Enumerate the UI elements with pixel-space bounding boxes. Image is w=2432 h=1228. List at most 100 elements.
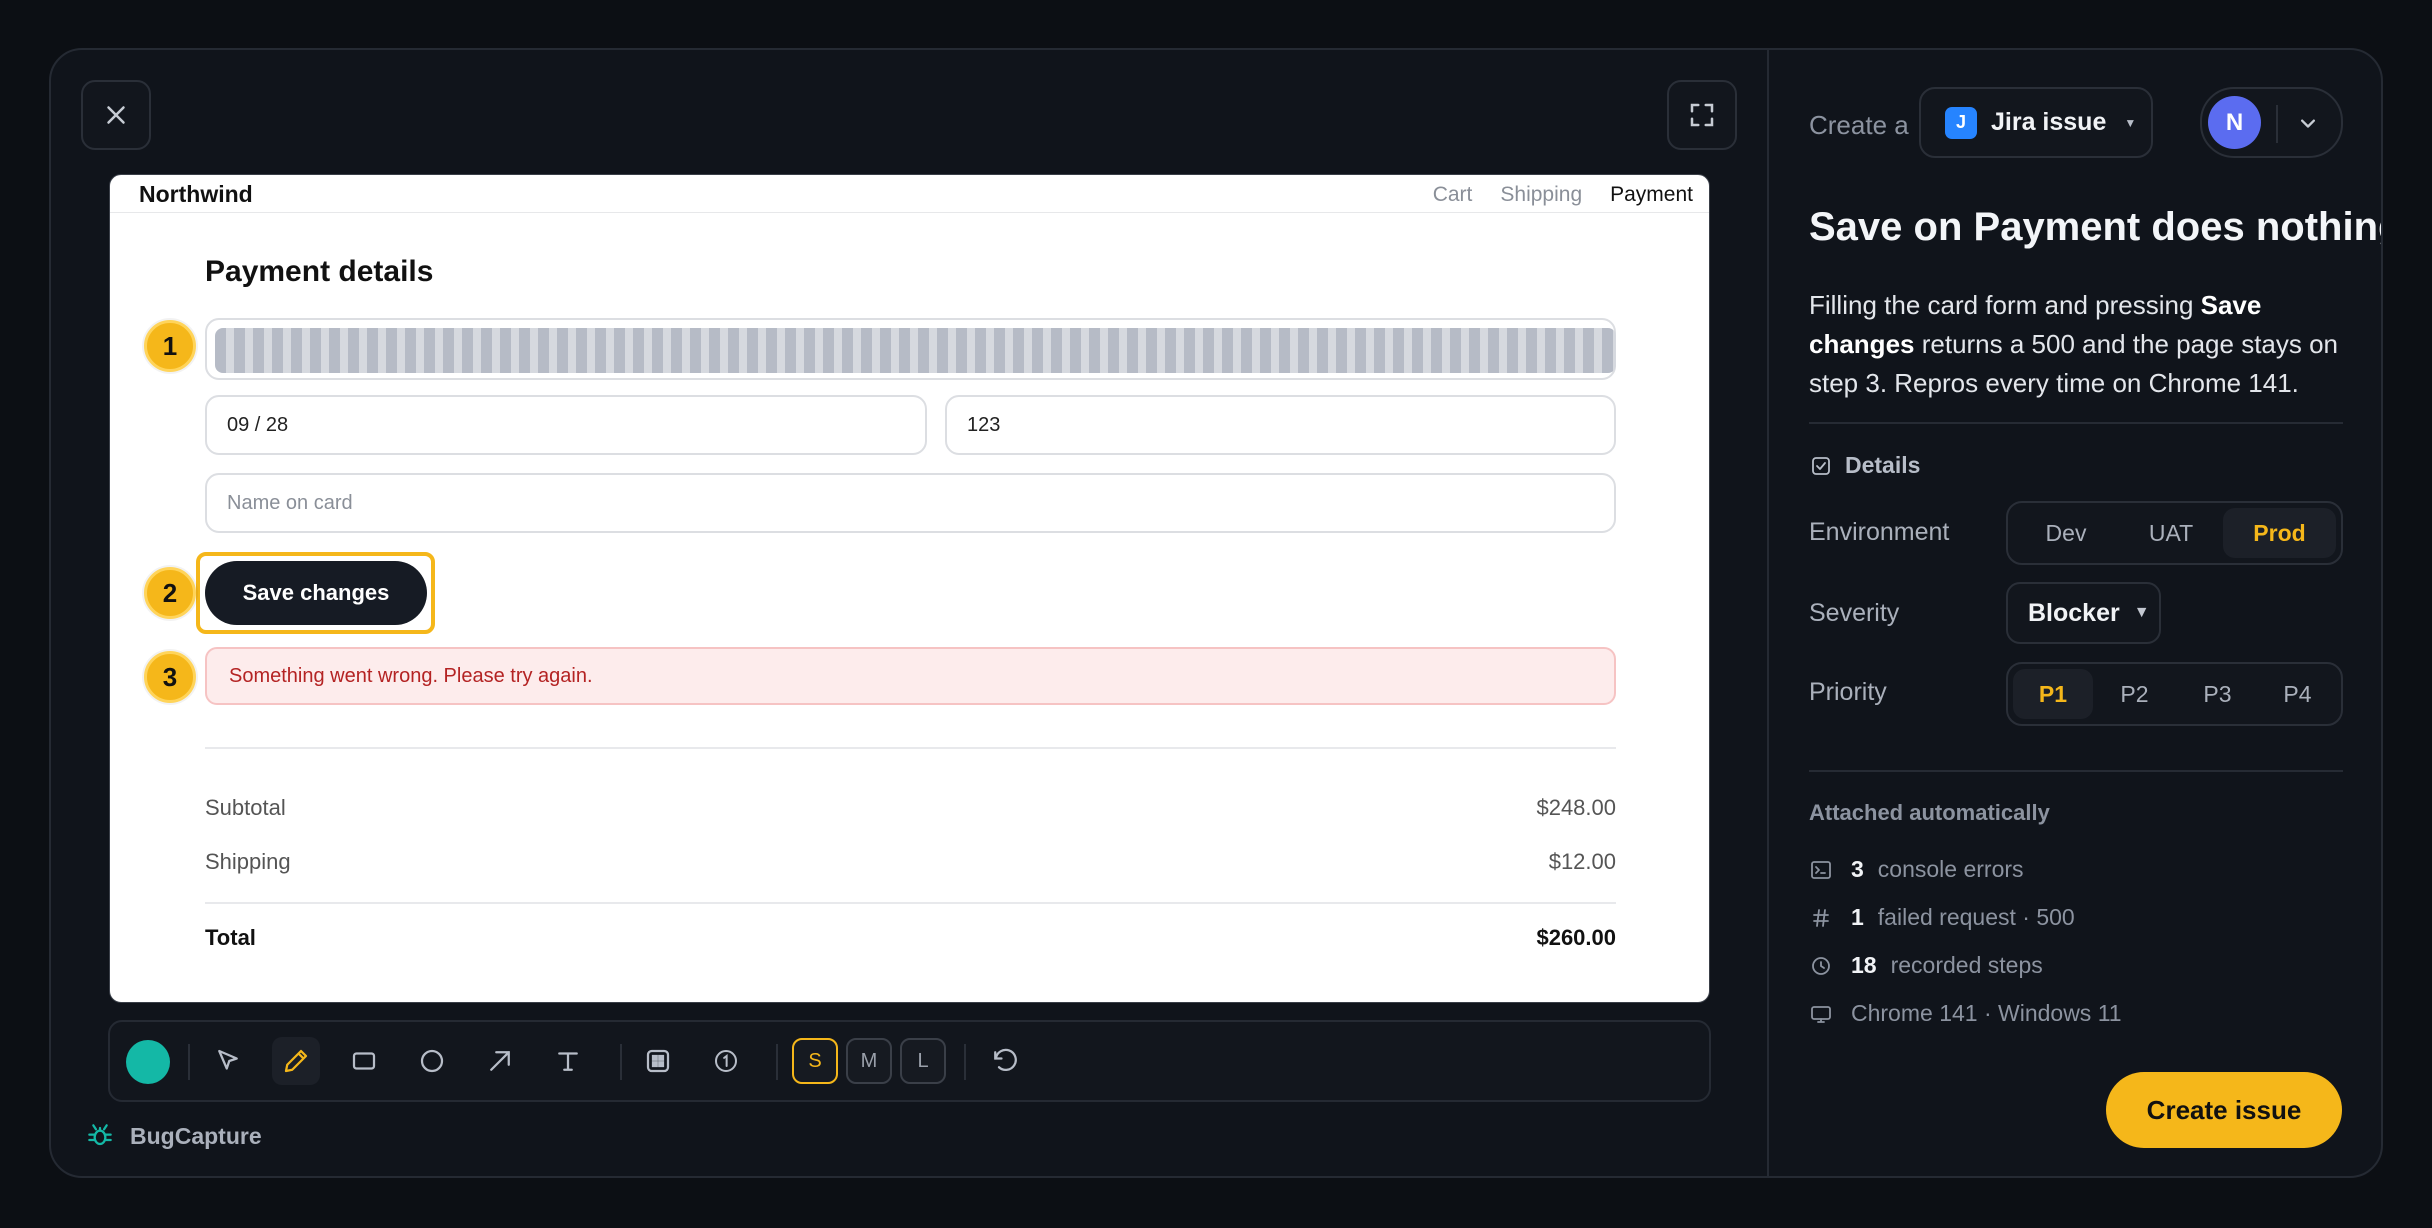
total-label: Total: [205, 925, 256, 950]
severity-select[interactable]: Blocker ▼: [2006, 582, 2161, 644]
text-icon: [558, 1052, 578, 1071]
step-marker-2[interactable]: 2: [144, 567, 196, 619]
priority-p4[interactable]: P4: [2259, 669, 2336, 719]
avatar: N: [2208, 96, 2261, 149]
subtotal-label: Subtotal: [205, 795, 286, 820]
close-icon: [107, 106, 125, 124]
step-payment: Payment: [1610, 183, 1693, 206]
env-prod[interactable]: Prod: [2223, 508, 2336, 558]
priority-toggle: P1 P2 P3 P4: [2006, 662, 2343, 726]
toolbar-separator: [776, 1044, 778, 1080]
name-on-card-field: Name on card: [205, 473, 1616, 533]
pencil-tool[interactable]: [272, 1037, 320, 1085]
select-tool[interactable]: [204, 1037, 252, 1085]
caret-down-icon: ▼: [2133, 604, 2150, 621]
step-marker-icon: [715, 1050, 737, 1072]
attachment-failed-request[interactable]: 1 failed request · 500: [1809, 904, 2075, 931]
total-row: Total $260.00: [205, 925, 1616, 951]
payment-details-title: Payment details: [205, 255, 434, 288]
text-tool[interactable]: [544, 1037, 592, 1085]
arrow-icon: [490, 1051, 510, 1071]
blur-tool[interactable]: [634, 1037, 682, 1085]
shipping-row: Shipping $12.00: [205, 849, 1616, 875]
step-marker-3[interactable]: 3: [144, 651, 196, 703]
blur-icon: [646, 1049, 670, 1073]
chevron-down-icon: [2301, 119, 2315, 128]
expiry-field: 09 / 28: [205, 395, 927, 455]
shipping-value: $12.00: [1548, 849, 1616, 874]
attachment-recorded-steps[interactable]: 18 recorded steps: [1809, 952, 2043, 979]
checkbox-icon: [1812, 456, 1830, 475]
create-issue-button[interactable]: Create issue: [2106, 1072, 2342, 1148]
issue-title[interactable]: Save on Payment does nothing: [1809, 205, 2381, 250]
step-shipping: Shipping: [1500, 183, 1583, 206]
shipping-label: Shipping: [205, 849, 291, 874]
undo-button[interactable]: [980, 1037, 1028, 1085]
attached-header: Attached automatically: [1809, 800, 2050, 825]
circle-tool[interactable]: [408, 1037, 456, 1085]
undo-icon: [994, 1048, 1017, 1072]
circle-icon: [420, 1049, 444, 1073]
bug-report-dialog: Northwind Cart Shipping Payment Payment …: [49, 48, 2383, 1178]
save-changes-button: Save changes: [205, 561, 427, 625]
divider: [205, 902, 1616, 904]
caret-down-icon: ▼: [2124, 115, 2137, 130]
redacted-card-number: [215, 328, 1616, 373]
terminal-icon: [1811, 860, 1831, 879]
bug-icon: [88, 1124, 112, 1146]
select-arrow-icon: [218, 1049, 238, 1070]
environment-toggle: Dev UAT Prod: [2006, 501, 2343, 565]
subtotal-row: Subtotal $248.00: [205, 795, 1616, 821]
tracker-select[interactable]: J Jira issue ▼: [1919, 87, 2153, 158]
assignee-picker[interactable]: N: [2200, 87, 2343, 158]
env-uat[interactable]: UAT: [2119, 508, 2223, 558]
attachment-text: failed request · 500: [1877, 904, 2075, 930]
rectangle-tool[interactable]: [340, 1037, 388, 1085]
attachment-console-errors[interactable]: 3 console errors: [1809, 856, 2024, 883]
jira-icon: J: [1945, 106, 1977, 139]
size-small[interactable]: S: [792, 1038, 838, 1084]
divider: [1809, 770, 2343, 772]
size-medium[interactable]: M: [846, 1038, 892, 1084]
attachment-text: Chrome 141 · Windows 11: [1851, 1000, 2122, 1026]
monitor-icon: [1811, 1005, 1831, 1023]
priority-p1[interactable]: P1: [2013, 669, 2093, 719]
priority-p3[interactable]: P3: [2176, 669, 2259, 719]
arrow-tool[interactable]: [476, 1037, 524, 1085]
step-marker-1[interactable]: 1: [144, 320, 196, 372]
size-large[interactable]: L: [900, 1038, 946, 1084]
severity-value: Blocker: [2028, 598, 2120, 627]
create-label: Create a: [1809, 110, 1909, 140]
step-marker-tool[interactable]: [702, 1037, 750, 1085]
priority-label: Priority: [1809, 678, 1887, 706]
pencil-icon: [284, 1049, 308, 1073]
priority-p2[interactable]: P2: [2093, 669, 2176, 719]
color-picker[interactable]: [126, 1040, 170, 1084]
details-label: Details: [1845, 452, 1921, 478]
details-header: Details: [1809, 452, 1920, 479]
hash-icon: [1813, 908, 1829, 927]
attachment-count: 3: [1851, 856, 1864, 882]
toolbar-separator: [964, 1044, 966, 1080]
severity-label: Severity: [1809, 599, 1900, 627]
issue-description[interactable]: Filling the card form and pressing Save …: [1809, 286, 2349, 403]
fullscreen-button[interactable]: [1667, 80, 1737, 150]
subtotal-value: $248.00: [1536, 795, 1616, 820]
app-brand: BugCapture: [84, 1120, 262, 1152]
annotation-toolbar: S M L: [108, 1020, 1711, 1102]
error-banner: Something went wrong. Please try again.: [205, 647, 1616, 705]
attachment-count: 1: [1851, 904, 1864, 930]
annotation-area: Northwind Cart Shipping Payment Payment …: [51, 50, 1767, 1176]
total-value: $260.00: [1536, 925, 1616, 950]
cvc-field: 123: [945, 395, 1616, 455]
desc-text: Filling the card form and pressing: [1809, 290, 2201, 320]
attachment-environment[interactable]: Chrome 141 · Windows 11: [1809, 1000, 2122, 1027]
env-dev[interactable]: Dev: [2013, 508, 2119, 558]
site-header: Northwind Cart Shipping Payment: [110, 175, 1709, 213]
captured-screenshot[interactable]: Northwind Cart Shipping Payment Payment …: [109, 174, 1710, 1003]
checkout-steps: Cart Shipping Payment: [1433, 183, 1693, 207]
app-name: BugCapture: [130, 1122, 262, 1149]
close-button[interactable]: [81, 80, 151, 150]
environment-label: Environment: [1809, 518, 1950, 546]
clock-icon: [1812, 956, 1830, 975]
